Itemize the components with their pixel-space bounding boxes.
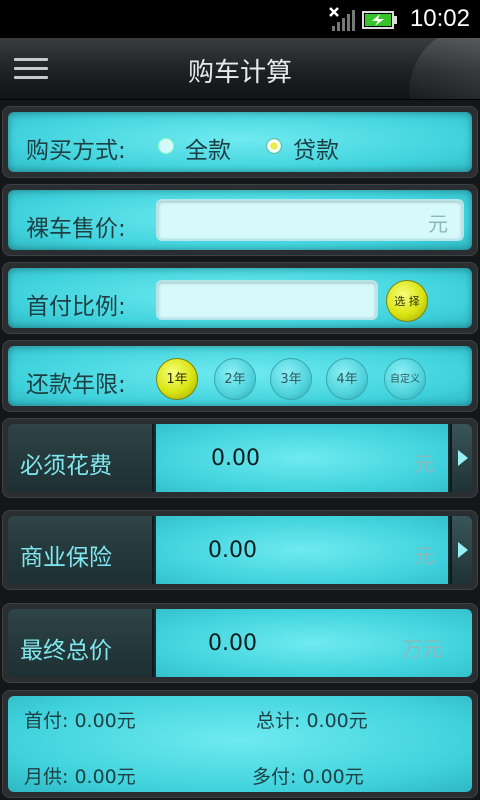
status-bar: 10:02 [0, 0, 480, 38]
required-fees-unit: 元 [414, 452, 434, 476]
term-option-4y[interactable]: 4年 [326, 358, 368, 400]
required-fees-label: 必须花费 [20, 453, 112, 479]
summary-extra: 多付: 0.00元 [252, 766, 364, 788]
required-fees-expand[interactable] [450, 424, 472, 492]
clock: 10:02 [409, 5, 470, 32]
final-total-unit: 万元 [402, 637, 442, 661]
final-total-label: 最终总价 [20, 638, 112, 664]
radio-loan-label[interactable]: 贷款 [293, 131, 339, 165]
car-price-input[interactable]: 元 [156, 199, 464, 241]
radio-loan[interactable] [266, 138, 282, 154]
page-title: 购车计算 [187, 58, 292, 88]
term-option-custom[interactable]: 自定义 [384, 358, 426, 400]
summary-total: 总计: 0.00元 [256, 710, 368, 732]
term-option-2y[interactable]: 2年 [214, 358, 256, 400]
down-payment-label: 首付比例: [26, 294, 126, 320]
chevron-right-icon [458, 450, 468, 466]
required-fees-value: 0.00 [211, 446, 260, 471]
loan-term-panel: 还款年限: 1年 2年 3年 4年 自定义 [2, 340, 478, 412]
radio-full-payment-label[interactable]: 全款 [185, 131, 231, 165]
down-payment-panel: 首付比例: 选 择 [2, 262, 478, 334]
summary-monthly: 月供: 0.00元 [24, 766, 136, 788]
battery-charging-icon [362, 11, 397, 29]
term-option-1y[interactable]: 1年 [156, 358, 198, 400]
loan-term-label: 还款年限: [26, 372, 126, 398]
insurance-row[interactable]: 商业保险 0.00 元 [2, 510, 478, 590]
signal-icon [329, 7, 355, 31]
chevron-right-icon [458, 542, 468, 558]
insurance-unit: 元 [414, 544, 434, 568]
title-bar: 购车计算 [0, 38, 480, 100]
insurance-label: 商业保险 [20, 545, 112, 571]
final-total-row: 最终总价 0.00 万元 [2, 603, 478, 683]
car-price-unit: 元 [428, 212, 448, 236]
term-option-3y[interactable]: 3年 [270, 358, 312, 400]
select-ratio-button[interactable]: 选 择 [386, 280, 428, 322]
insurance-value: 0.00 [208, 538, 257, 563]
main-content: 购买方式: 全款 贷款 裸车售价: 元 首付比例: 选 择 还款年限: 1年 2… [0, 100, 480, 800]
radio-full-payment[interactable] [158, 138, 174, 154]
insurance-expand[interactable] [450, 516, 472, 584]
purchase-method-panel: 购买方式: 全款 贷款 [2, 106, 478, 178]
purchase-method-label: 购买方式: [26, 138, 126, 164]
car-price-label: 裸车售价: [26, 216, 126, 242]
down-payment-input[interactable] [156, 280, 378, 320]
final-total-value: 0.00 [208, 631, 257, 656]
required-fees-row[interactable]: 必须花费 0.00 元 [2, 418, 478, 498]
summary-down-payment: 首付: 0.00元 [24, 710, 136, 732]
summary-panel: 首付: 0.00元 总计: 0.00元 月供: 0.00元 多付: 0.00元 [2, 690, 478, 798]
car-price-panel: 裸车售价: 元 [2, 184, 478, 256]
